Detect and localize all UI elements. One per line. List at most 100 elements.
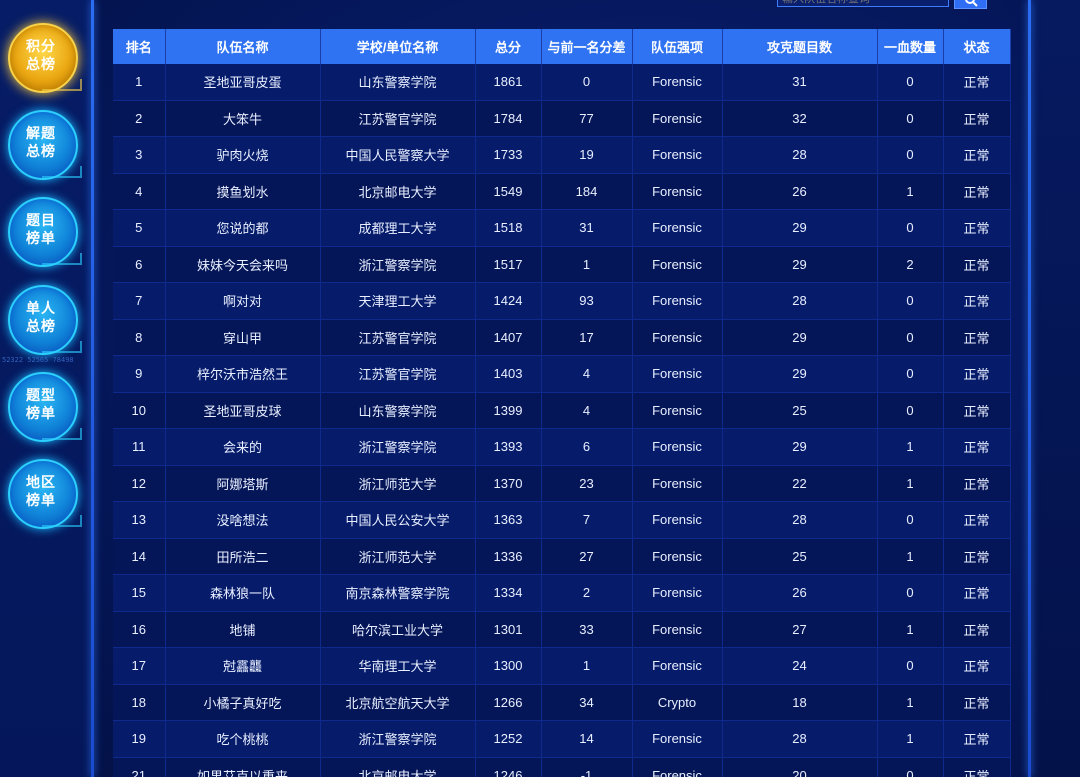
table-row[interactable]: 13 没啥想法 中国人民公安大学 1363 7 Forensic 28 0 正常 <box>113 501 1011 539</box>
table-row[interactable]: 8 穿山甲 江苏警官学院 1407 17 Forensic 29 0 正常 <box>113 319 1011 356</box>
nav-button-challenge[interactable]: 题目 榜单 <box>8 197 82 267</box>
table-cell: 2 <box>541 574 633 612</box>
table-cell: 正常 <box>943 319 1011 356</box>
table-cell: 驴肉火烧 <box>165 136 321 174</box>
table-cell: Forensic <box>632 136 723 174</box>
table-cell: Forensic <box>632 574 723 612</box>
table-row[interactable]: 7 啊对对 天津理工大学 1424 93 Forensic 28 0 正常 <box>113 282 1011 320</box>
table-cell: 10 <box>113 392 166 429</box>
table-cell: 正常 <box>943 647 1011 685</box>
nav-button-solve[interactable]: 解题 总榜 <box>8 110 82 180</box>
table-cell: 5 <box>113 209 166 247</box>
table-cell: 1 <box>877 465 944 502</box>
table-cell: 17 <box>113 647 166 685</box>
table-row[interactable]: 18 小橘子真好吃 北京航空航天大学 1266 34 Crypto 18 1 正常 <box>113 684 1011 721</box>
table-cell: 8 <box>113 319 166 356</box>
table-cell: 77 <box>541 100 633 137</box>
table-cell: 1393 <box>475 428 542 466</box>
table-cell: 17 <box>541 319 633 356</box>
table-cell: 28 <box>722 282 878 320</box>
table-cell: 28 <box>722 720 878 758</box>
table-cell: 江苏警官学院 <box>320 100 476 137</box>
table-cell: 7 <box>113 282 166 320</box>
table-cell: 29 <box>722 428 878 466</box>
nav-label-line1: 解题 <box>26 125 56 141</box>
table-cell: 会来的 <box>165 428 321 466</box>
right-decoration <box>1031 0 1080 777</box>
table-row[interactable]: 15 森林狼一队 南京森林警察学院 1334 2 Forensic 26 0 正常 <box>113 574 1011 612</box>
nav-label-line2: 榜单 <box>26 230 56 246</box>
table-cell: 0 <box>877 136 944 174</box>
table-row[interactable]: 2 大笨牛 江苏警官学院 1784 77 Forensic 32 0 正常 <box>113 100 1011 137</box>
table-row[interactable]: 3 驴肉火烧 中国人民警察大学 1733 19 Forensic 28 0 正常 <box>113 136 1011 174</box>
table-cell: 天津理工大学 <box>320 282 476 320</box>
table-cell: Forensic <box>632 246 723 283</box>
nav-button-region[interactable]: 地区 榜单 <box>8 459 82 529</box>
table-cell: 正常 <box>943 282 1011 320</box>
nav-label-line2: 榜单 <box>26 405 56 421</box>
table-cell: 7 <box>541 501 633 539</box>
nav-label-line1: 积分 <box>26 38 56 54</box>
table-cell: 中国人民公安大学 <box>320 501 476 539</box>
table-cell: 1252 <box>475 720 542 758</box>
search-button[interactable] <box>954 0 987 9</box>
table-cell: Forensic <box>632 465 723 502</box>
table-cell: 20 <box>722 757 878 777</box>
table-cell: 1 <box>877 173 944 210</box>
table-cell: 18 <box>113 684 166 721</box>
table-cell: 正常 <box>943 720 1011 758</box>
nav-button-score[interactable]: 积分 总榜 <box>8 23 82 93</box>
table-cell: 1517 <box>475 246 542 283</box>
column-header: 状态 <box>943 29 1011 64</box>
table-cell: 啊对对 <box>165 282 321 320</box>
nav-label-line2: 总榜 <box>26 143 56 159</box>
table-row[interactable]: 19 吃个桃桃 浙江警察学院 1252 14 Forensic 28 1 正常 <box>113 720 1011 758</box>
table-cell: 华南理工大学 <box>320 647 476 685</box>
table-cell: 0 <box>877 574 944 612</box>
table-cell: 哈尔滨工业大学 <box>320 611 476 648</box>
table-cell: 26 <box>722 173 878 210</box>
table-cell: 1 <box>113 64 166 101</box>
table-row[interactable]: 6 妹妹今天会来吗 浙江警察学院 1517 1 Forensic 29 2 正常 <box>113 246 1011 283</box>
table-row[interactable]: 14 田所浩二 浙江师范大学 1336 27 Forensic 25 1 正常 <box>113 538 1011 575</box>
table-row[interactable]: 11 会来的 浙江警察学院 1393 6 Forensic 29 1 正常 <box>113 428 1011 466</box>
table-row[interactable]: 1 圣地亚哥皮蛋 山东警察学院 1861 0 Forensic 31 0 正常 <box>113 64 1011 101</box>
table-cell: Forensic <box>632 282 723 320</box>
table-cell: 0 <box>877 100 944 137</box>
table-cell: 93 <box>541 282 633 320</box>
nav-label-line2: 总榜 <box>26 318 56 334</box>
table-cell: 16 <box>113 611 166 648</box>
table-row[interactable]: 4 摸鱼划水 北京邮电大学 1549 184 Forensic 26 1 正常 <box>113 173 1011 210</box>
search-input[interactable] <box>777 0 949 7</box>
table-cell: 28 <box>722 136 878 174</box>
table-row[interactable]: 12 阿娜塔斯 浙江师范大学 1370 23 Forensic 22 1 正常 <box>113 465 1011 502</box>
table-cell: 28 <box>722 501 878 539</box>
table-cell: Forensic <box>632 428 723 466</box>
table-cell: 0 <box>877 757 944 777</box>
table-cell: Forensic <box>632 757 723 777</box>
table-row[interactable]: 17 尅靐龘 华南理工大学 1300 1 Forensic 24 0 正常 <box>113 647 1011 685</box>
table-cell: 森林狼一队 <box>165 574 321 612</box>
table-row[interactable]: 21 如果艾克以重来 北京邮电大学 1246 -1 Forensic 20 0 正常 <box>113 757 1011 777</box>
table-cell: 1301 <box>475 611 542 648</box>
table-cell: 山东警察学院 <box>320 392 476 429</box>
table-row[interactable]: 5 您说的都 成都理工大学 1518 31 Forensic 29 0 正常 <box>113 209 1011 247</box>
table-cell: 摸鱼划水 <box>165 173 321 210</box>
table-cell: 14 <box>113 538 166 575</box>
nav-button-individual[interactable]: 单人 总榜 <box>8 285 82 355</box>
nav-button-category[interactable]: 题型 榜单 <box>8 372 82 442</box>
table-row[interactable]: 9 梓尔沃市浩然王 江苏警官学院 1403 4 Forensic 29 0 正常 <box>113 355 1011 393</box>
table-cell: 正常 <box>943 100 1011 137</box>
table-row[interactable]: 16 地铺 哈尔滨工业大学 1301 33 Forensic 27 1 正常 <box>113 611 1011 648</box>
table-cell: 27 <box>722 611 878 648</box>
table-cell: 4 <box>113 173 166 210</box>
table-cell: 19 <box>541 136 633 174</box>
table-cell: 正常 <box>943 501 1011 539</box>
table-cell: Forensic <box>632 501 723 539</box>
table-cell: 0 <box>877 501 944 539</box>
table-row[interactable]: 10 圣地亚哥皮球 山东警察学院 1399 4 Forensic 25 0 正常 <box>113 392 1011 429</box>
table-cell: 吃个桃桃 <box>165 720 321 758</box>
table-cell: 1266 <box>475 684 542 721</box>
table-cell: 34 <box>541 684 633 721</box>
table-cell: 4 <box>541 392 633 429</box>
